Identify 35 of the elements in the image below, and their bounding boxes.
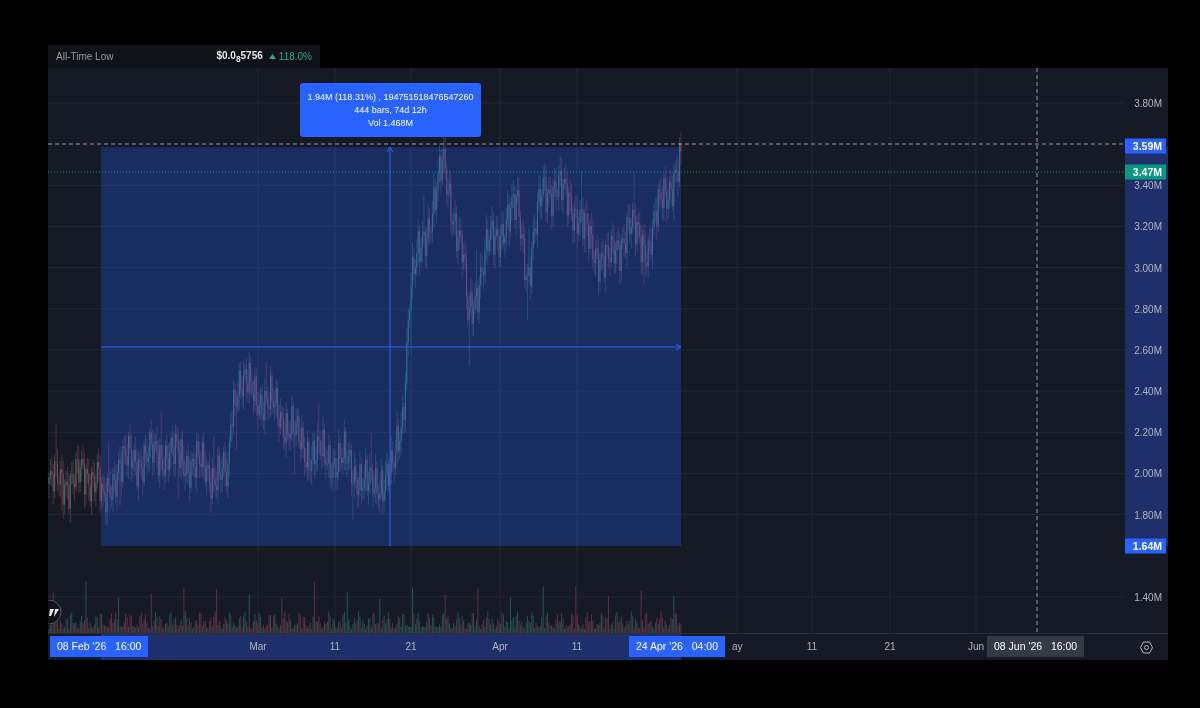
price-tick: 2.40M: [1134, 385, 1162, 397]
price-label: 1.64M: [1125, 538, 1166, 554]
time-tick: ay: [732, 641, 743, 652]
stat-value: $0.0$_{8}$5756: [216, 49, 263, 64]
price-tick: 2.60M: [1134, 344, 1162, 356]
price-tick: 3.20M: [1134, 220, 1162, 232]
time-tick: 21: [405, 641, 417, 652]
settings-icon[interactable]: [1140, 640, 1153, 654]
time-tick: Mar: [249, 641, 267, 652]
price-tick: 1.80M: [1134, 509, 1162, 521]
price-tick: 3.80M: [1134, 97, 1162, 109]
time-label: 24 Apr '26 04:00: [629, 636, 725, 657]
price-label: 3.47M: [1125, 164, 1166, 180]
tooltip-text: Vol 1.468M: [368, 118, 413, 128]
time-tick: Jun: [967, 641, 985, 652]
time-tick: 11: [329, 641, 341, 652]
price-tick: 2.00M: [1134, 467, 1162, 479]
up-triangle-icon: [268, 54, 276, 59]
price-tick: 2.80M: [1134, 303, 1162, 315]
price-tick: 3.00M: [1134, 262, 1162, 274]
price-tick: 3.40M: [1134, 179, 1162, 191]
time-tick: 11: [571, 641, 583, 652]
time-tick: Apr: [492, 641, 508, 652]
tooltip-text: 444 bars, 74d 12h: [354, 105, 427, 115]
stat-label: All-Time Low: [56, 51, 115, 62]
price-label: 3.59M: [1125, 138, 1166, 154]
stat-change: 118.0%: [278, 51, 312, 62]
price-tick: 1.40M: [1134, 591, 1162, 603]
time-tick: 11: [806, 641, 818, 652]
time-label: 08 Feb '26 16:00: [50, 636, 149, 657]
tooltip-text: 1.94M (118.31%) , 194751518476547260: [307, 92, 474, 102]
price-tick: 2.20M: [1134, 426, 1162, 438]
time-tick: 21: [884, 641, 896, 652]
time-label: 08 Jun '26 16:00: [987, 636, 1085, 657]
logo-icon: [48, 600, 63, 624]
